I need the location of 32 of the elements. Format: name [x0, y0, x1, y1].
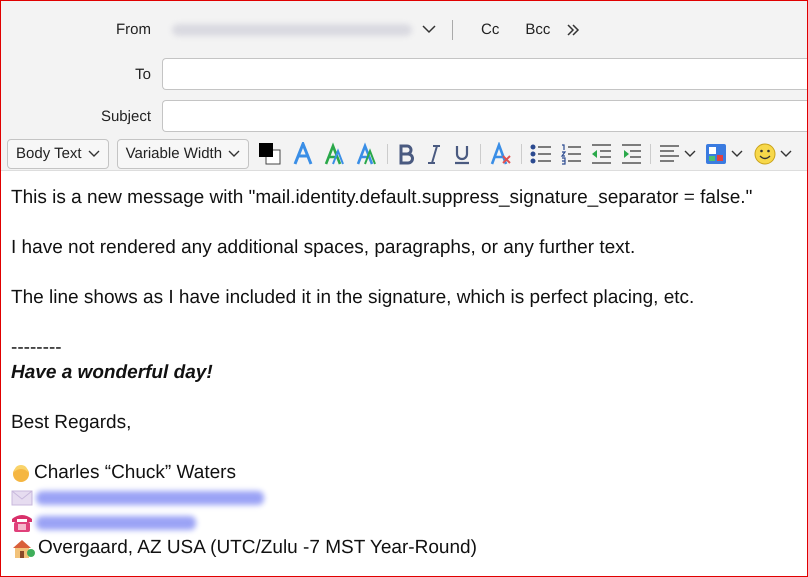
signature-name: Charles “Chuck” Waters [34, 462, 236, 484]
to-field[interactable] [162, 58, 807, 90]
font-dropdown[interactable]: Variable Width [116, 138, 250, 168]
font-size-icon[interactable] [291, 142, 316, 166]
more-icon[interactable] [566, 22, 580, 36]
body-text: The line shows as I have included it in the signature, which is perfect placing, etc. [11, 286, 694, 308]
bcc-button[interactable]: Bcc [515, 17, 560, 42]
outdent-icon[interactable] [590, 142, 612, 164]
chevron-down-icon [422, 25, 436, 34]
subject-label: Subject [100, 108, 152, 124]
indent-icon[interactable] [620, 142, 642, 164]
bulleted-list-icon[interactable] [530, 142, 552, 164]
signature-greeting: Have a wonderful day! [11, 362, 213, 384]
envelope-icon [11, 490, 33, 506]
to-label: To [134, 66, 152, 82]
body-text: Best Regards, [11, 412, 132, 434]
body-text: This is a new message with "mail.identity.default.suppress_signature_separator = false." [11, 186, 752, 208]
signature-address: Overgaard, AZ USA (UTC/Zulu -7 MST Year-Round) [38, 536, 477, 558]
paragraph-format-dropdown[interactable]: Body Text [7, 138, 109, 168]
subject-field[interactable] [162, 100, 807, 132]
telephone-icon [11, 512, 33, 532]
insert-image-icon[interactable] [705, 142, 746, 166]
clear-formatting-icon[interactable] [489, 142, 514, 166]
numbered-list-icon[interactable] [560, 142, 582, 164]
cc-button[interactable]: Cc [471, 17, 510, 42]
from-label: From [115, 21, 152, 38]
color-picker-icon[interactable] [257, 140, 284, 166]
caret-icon [88, 150, 100, 158]
caret-icon [228, 150, 240, 158]
body-text: -------- [11, 336, 62, 358]
align-menu-icon[interactable] [659, 142, 698, 164]
body-text: I have not rendered any additional spaces, paragraphs, or any further text. [11, 236, 636, 258]
